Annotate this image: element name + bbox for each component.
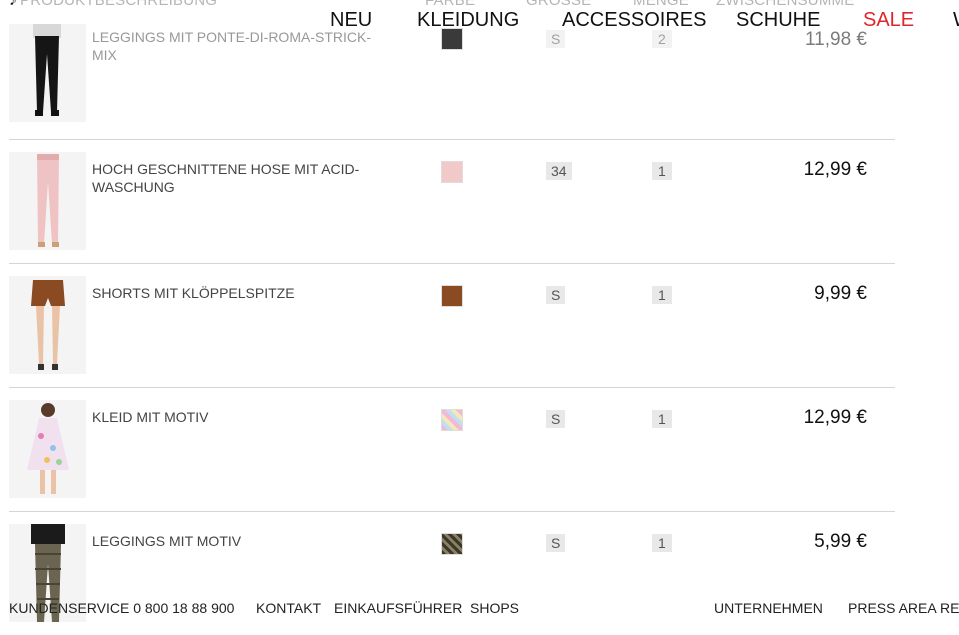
product-image-print-dress [27,403,69,494]
color-swatch [441,533,463,555]
subtotal-value: 9,99 € [814,283,867,304]
product-name[interactable]: KLEID MIT MOTIV [92,408,382,426]
size-value: S [546,410,566,428]
product-name[interactable]: SHORTS MIT KLÖPPELSPITZE [92,284,382,302]
product-image[interactable] [9,152,86,250]
size-value: S [546,30,566,48]
quantity-value[interactable]: 1 [652,286,672,304]
color-swatch [441,409,463,431]
color-swatch [441,28,463,50]
color-swatch [441,285,463,307]
product-name[interactable]: HOCH GESCHNITTENE HOSE MIT ACID-WASCHUNG [92,160,382,196]
column-quantity: MENGE [633,0,690,9]
footer-customer-service[interactable]: KUNDENSERVICE 0 800 18 88 900 [9,600,234,616]
column-color: FARBE [425,0,476,9]
quantity-value[interactable]: 1 [652,410,672,428]
footer-link-cut[interactable]: REG [940,600,959,616]
quantity-value[interactable]: 1 [652,534,672,552]
product-image[interactable] [9,276,86,374]
size-value: S [546,286,566,304]
footer-link-shops[interactable]: SHOPS [470,600,519,616]
product-image-pink-jeans [37,154,59,247]
product-image-leggings [33,24,61,116]
footer-link-press[interactable]: PRESS AREA [848,600,937,616]
product-image-lace-shorts [31,280,65,370]
size-value: S [546,534,566,552]
column-size: GRÖSSE [526,0,592,9]
nav-item-more[interactable]: W [953,9,959,32]
product-image[interactable] [9,400,86,498]
subtotal-value: 12,99 € [803,407,867,428]
footer-link-contact[interactable]: KONTAKT [256,600,321,616]
footer-link-guide[interactable]: EINKAUFSFÜHRER [334,600,462,616]
cart-row: KLEID MIT MOTIV S 1 12,99 € [9,388,895,512]
subtotal-value: 12,99 € [803,159,867,180]
color-swatch [441,161,463,183]
cart-row: HOCH GESCHNITTENE HOSE MIT ACID-WASCHUNG… [9,140,895,264]
quantity-value[interactable]: 1 [652,162,672,180]
column-subtotal: ZWISCHENSUMME [716,0,855,9]
cart-row: SHORTS MIT KLÖPPELSPITZE S 1 9,99 € [9,264,895,388]
product-image[interactable] [9,24,86,122]
logo-mark-icon: ♪ [9,0,18,9]
cart-row: LEGGINGS MIT PONTE-DI-ROMA-STRICK-MIX S … [9,16,895,140]
subtotal-value: 11,98 € [805,29,867,50]
product-name[interactable]: LEGGINGS MIT PONTE-DI-ROMA-STRICK-MIX [92,28,382,64]
quantity-value[interactable]: 2 [652,30,672,48]
footer-bar: KUNDENSERVICE 0 800 18 88 900 KONTAKT EI… [0,598,959,624]
subtotal-value: 5,99 € [814,531,867,552]
column-description: PRODUKTBESCHREIBUNG [20,0,218,9]
product-name[interactable]: LEGGINGS MIT MOTIV [92,532,382,550]
size-value: 34 [546,162,572,180]
footer-link-company[interactable]: UNTERNEHMEN [714,600,823,616]
